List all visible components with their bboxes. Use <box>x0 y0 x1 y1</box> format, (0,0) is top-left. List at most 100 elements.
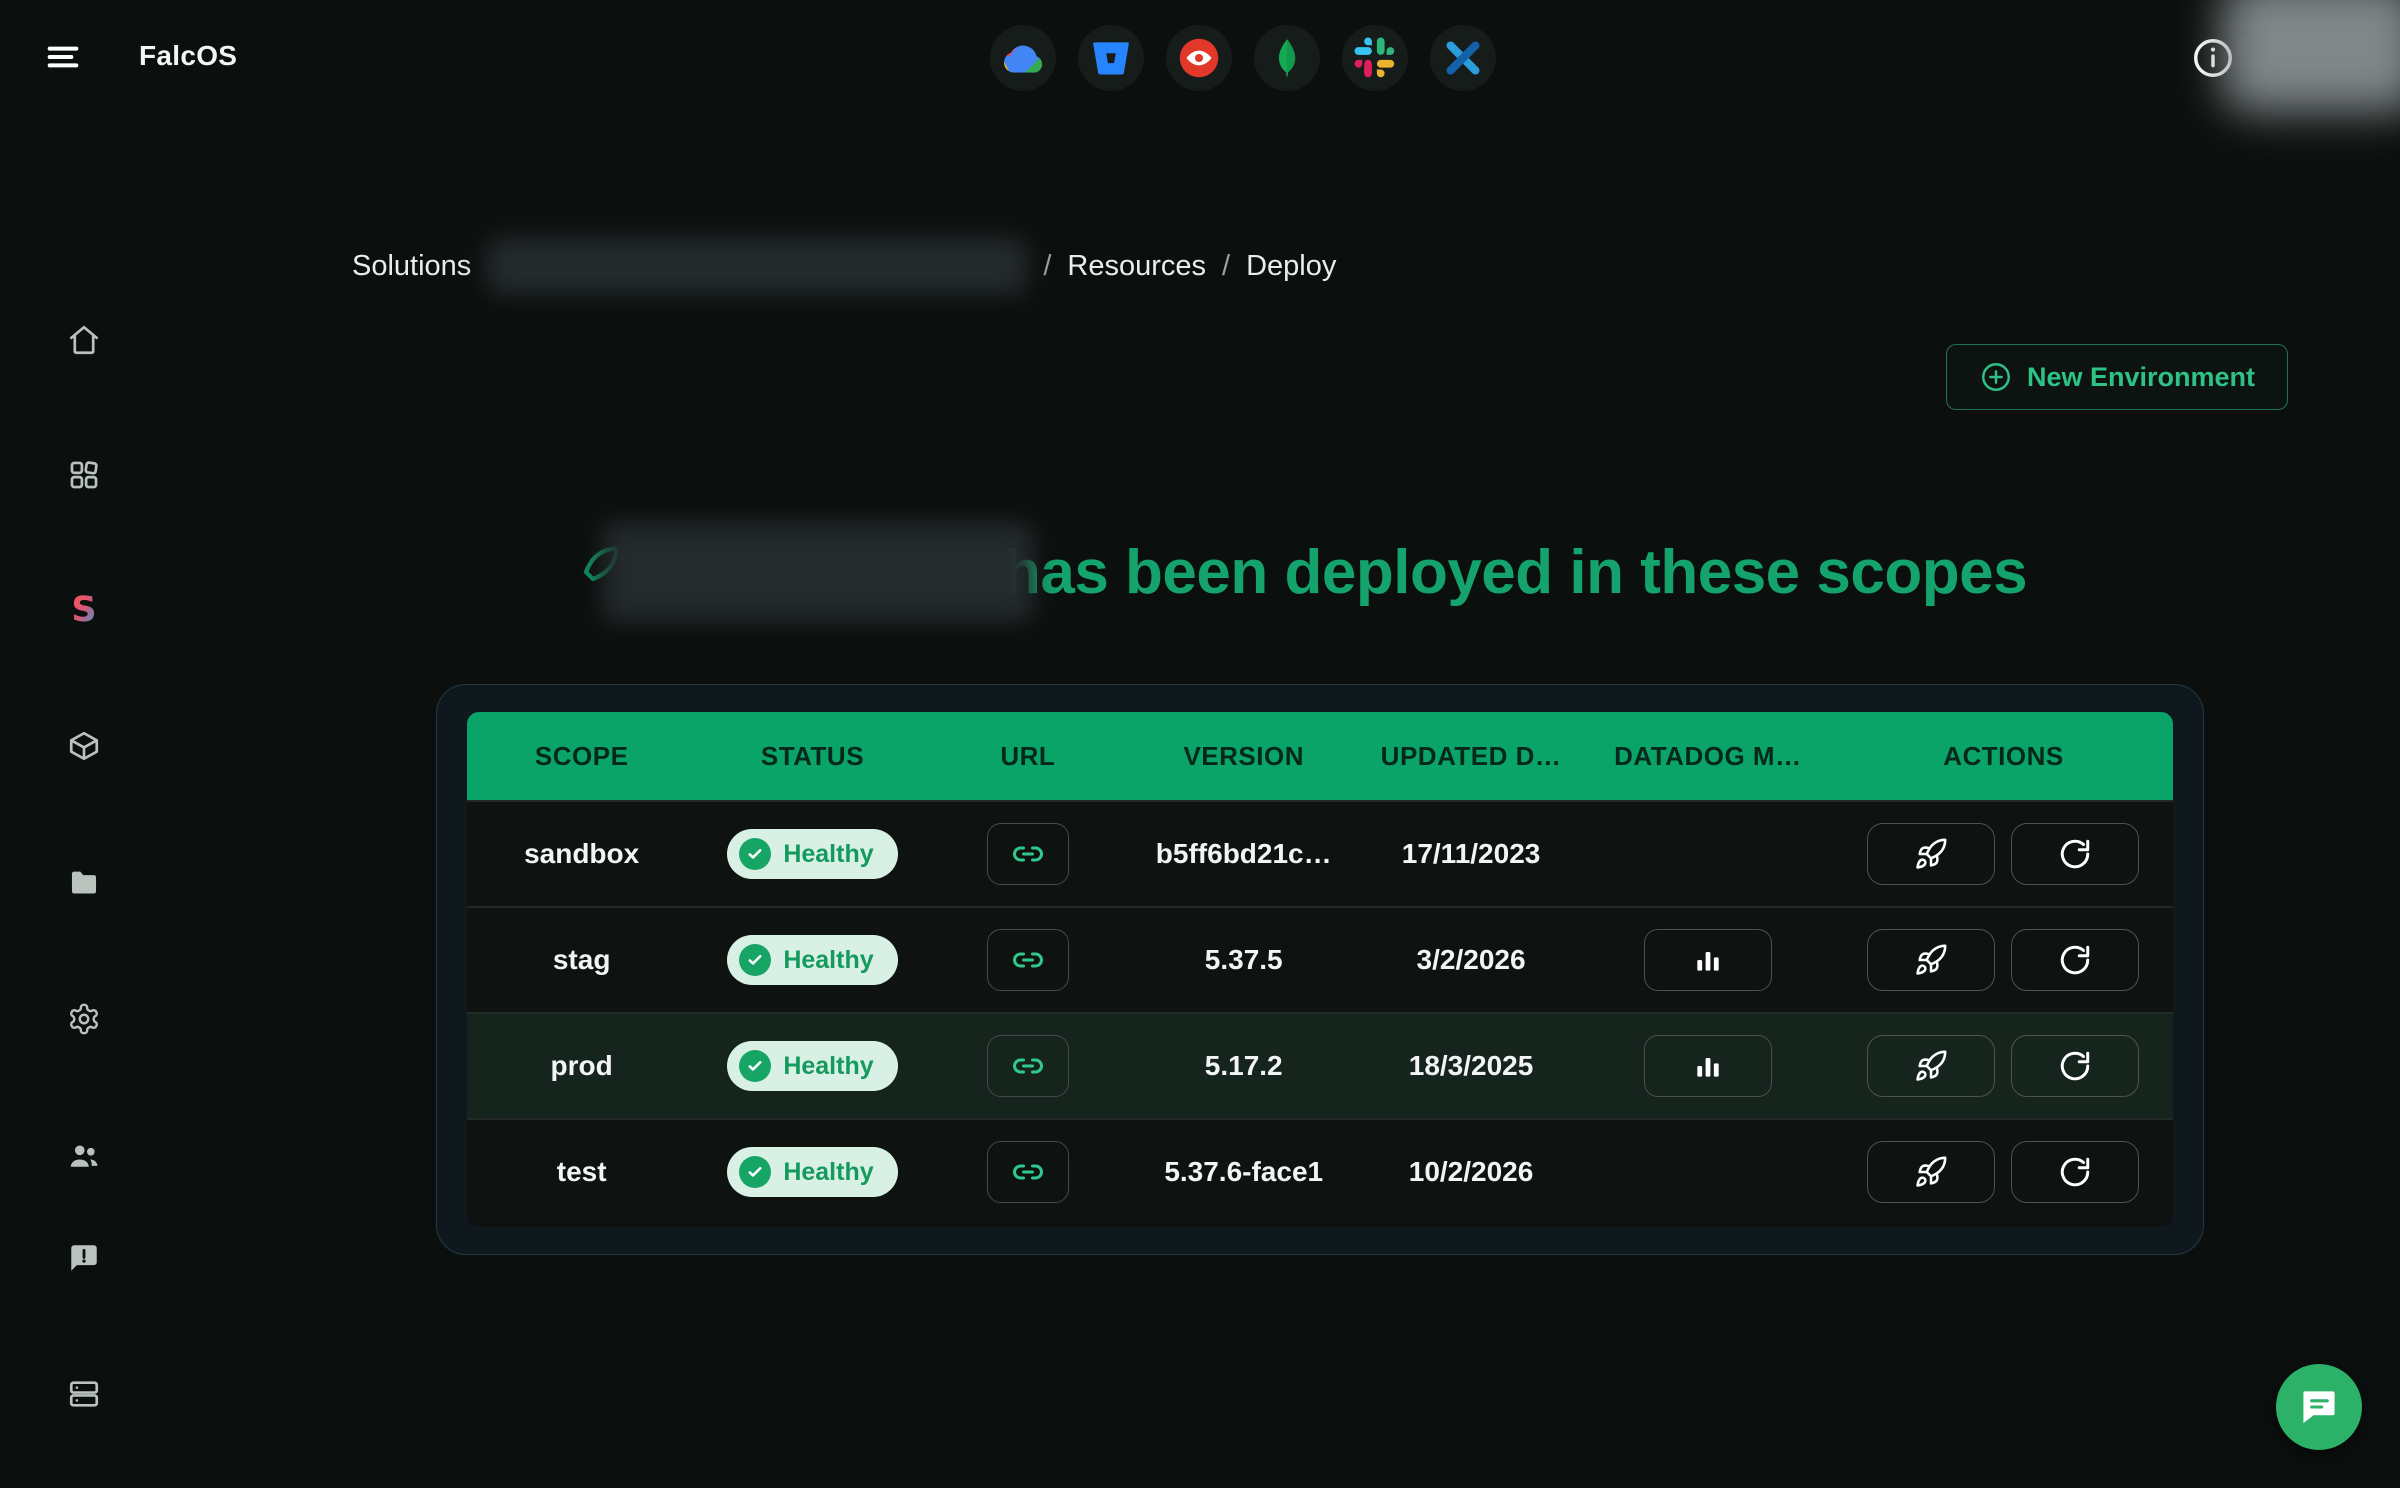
sidebar-item-packages[interactable] <box>62 724 106 768</box>
column-header-url: URL <box>929 741 1127 772</box>
scope-label: sandbox <box>524 838 639 870</box>
status-badge: Healthy <box>727 935 897 985</box>
refresh-icon <box>2058 837 2092 871</box>
rocket-icon <box>1914 943 1948 977</box>
updated-cell: 10/2/2026 <box>1360 1156 1581 1188</box>
rocket-icon <box>1914 1155 1948 1189</box>
version-label: 5.37.6-face1 <box>1164 1156 1323 1188</box>
redeploy-refresh-button[interactable] <box>2011 1141 2139 1203</box>
sidebar-item-team[interactable] <box>62 1134 106 1178</box>
redeploy-refresh-button[interactable] <box>2011 1035 2139 1097</box>
deploy-rocket-button[interactable] <box>1867 1141 1995 1203</box>
status-cell: Healthy <box>696 935 928 985</box>
cross-service-icon[interactable] <box>1430 25 1496 91</box>
environments-table-card: SCOPESTATUSURLVERSIONUPDATED D…DATADOG M… <box>436 684 2204 1255</box>
redacted-resource-name <box>603 523 1033 621</box>
topbar: FalcOS <box>0 0 2400 118</box>
rocket-icon <box>1914 837 1948 871</box>
table-row: stag Healthy 5.37.53/2/2026 <box>467 906 2173 1012</box>
redeploy-refresh-button[interactable] <box>2011 929 2139 991</box>
folder-icon <box>67 866 101 900</box>
sidebar-item-settings[interactable] <box>62 997 106 1041</box>
version-cell: 5.37.6-face1 <box>1127 1156 1360 1188</box>
url-link-button[interactable] <box>987 823 1069 885</box>
actions-cell <box>1834 1035 2173 1097</box>
link-icon <box>1010 836 1046 872</box>
url-link-button[interactable] <box>987 929 1069 991</box>
table-body: sandboxHealthyb5ff6bd21c…17/11/2023stagH… <box>467 800 2173 1224</box>
hamburger-icon <box>43 37 83 77</box>
updated-cell: 3/2/2026 <box>1360 944 1581 976</box>
feedback-alert-icon <box>67 1241 101 1275</box>
column-header-version: VERSION <box>1127 741 1360 772</box>
column-header-scope: SCOPE <box>467 741 696 772</box>
avatar[interactable] <box>2222 0 2400 112</box>
scope-cell: test <box>467 1156 696 1188</box>
url-link-button[interactable] <box>987 1035 1069 1097</box>
svg-text:S: S <box>71 591 96 630</box>
service-icons <box>990 25 1496 91</box>
settings-gear-icon <box>67 1002 101 1036</box>
status-label: Healthy <box>783 946 873 975</box>
new-environment-button[interactable]: New Environment <box>1946 344 2288 410</box>
url-cell <box>929 823 1127 885</box>
url-cell <box>929 1141 1127 1203</box>
updated-cell: 17/11/2023 <box>1360 838 1581 870</box>
deploy-rocket-button[interactable] <box>1867 929 1995 991</box>
datadog-metrics-button[interactable] <box>1644 1035 1772 1097</box>
sidebar-item-infrastructure[interactable] <box>62 1372 106 1416</box>
chat-support-button[interactable] <box>2276 1364 2362 1450</box>
status-label: Healthy <box>783 1158 873 1187</box>
home-icon <box>67 323 101 357</box>
breadcrumb: Solutions / Resources / Deploy <box>352 236 1336 296</box>
status-cell: Healthy <box>696 829 928 879</box>
status-check-icon <box>739 838 771 870</box>
status-cell: Healthy <box>696 1041 928 1091</box>
bar-chart-icon <box>1692 944 1724 976</box>
slack-icon[interactable] <box>1342 25 1408 91</box>
sidebar-item-home[interactable] <box>62 318 106 362</box>
version-cell: 5.37.5 <box>1127 944 1360 976</box>
google-cloud-icon[interactable] <box>990 25 1056 91</box>
actions-cell <box>1834 1141 2173 1203</box>
column-header-updated-d: UPDATED D… <box>1360 741 1581 772</box>
breadcrumb-resources[interactable]: Resources <box>1067 250 1206 283</box>
eye-monitor-icon[interactable] <box>1166 25 1232 91</box>
table-row: prodHealthy5.17.218/3/2025 <box>467 1012 2173 1118</box>
status-badge: Healthy <box>727 829 897 879</box>
sidebar-item-feedback[interactable] <box>62 1236 106 1280</box>
team-icon <box>67 1139 101 1173</box>
scope-label: stag <box>553 944 611 976</box>
bitbucket-icon[interactable] <box>1078 25 1144 91</box>
menu-button[interactable] <box>40 36 86 80</box>
updated-date-label: 17/11/2023 <box>1402 838 1541 870</box>
status-badge: Healthy <box>727 1147 897 1197</box>
sidebar-item-files[interactable] <box>62 861 106 905</box>
apps-grid-icon <box>67 458 101 492</box>
datadog-metrics-button[interactable] <box>1644 929 1772 991</box>
deploy-heading: has been deployed in these scopes <box>565 520 2027 624</box>
check-icon <box>746 951 764 969</box>
version-cell: 5.17.2 <box>1127 1050 1360 1082</box>
sidebar-item-solutions[interactable]: S <box>62 589 106 633</box>
breadcrumb-separator: / <box>1043 250 1051 283</box>
url-cell <box>929 1035 1127 1097</box>
status-check-icon <box>739 1156 771 1188</box>
breadcrumb-separator: / <box>1222 250 1230 283</box>
breadcrumb-solutions[interactable]: Solutions <box>352 250 471 283</box>
actions-cell <box>1834 823 2173 885</box>
rocket-icon <box>1914 1049 1948 1083</box>
redeploy-refresh-button[interactable] <box>2011 823 2139 885</box>
mongodb-icon[interactable] <box>1254 25 1320 91</box>
refresh-icon <box>2058 1049 2092 1083</box>
plus-circle-icon <box>1979 360 2013 394</box>
link-icon <box>1010 1048 1046 1084</box>
refresh-icon <box>2058 1155 2092 1189</box>
new-environment-label: New Environment <box>2027 362 2255 393</box>
table-row: test Healthy 5.37.6-face1 10/2/2026 <box>467 1118 2173 1224</box>
updated-date-label: 10/2/2026 <box>1409 1156 1534 1188</box>
deploy-rocket-button[interactable] <box>1867 823 1995 885</box>
deploy-rocket-button[interactable] <box>1867 1035 1995 1097</box>
url-link-button[interactable] <box>987 1141 1069 1203</box>
sidebar-item-apps[interactable] <box>62 453 106 497</box>
